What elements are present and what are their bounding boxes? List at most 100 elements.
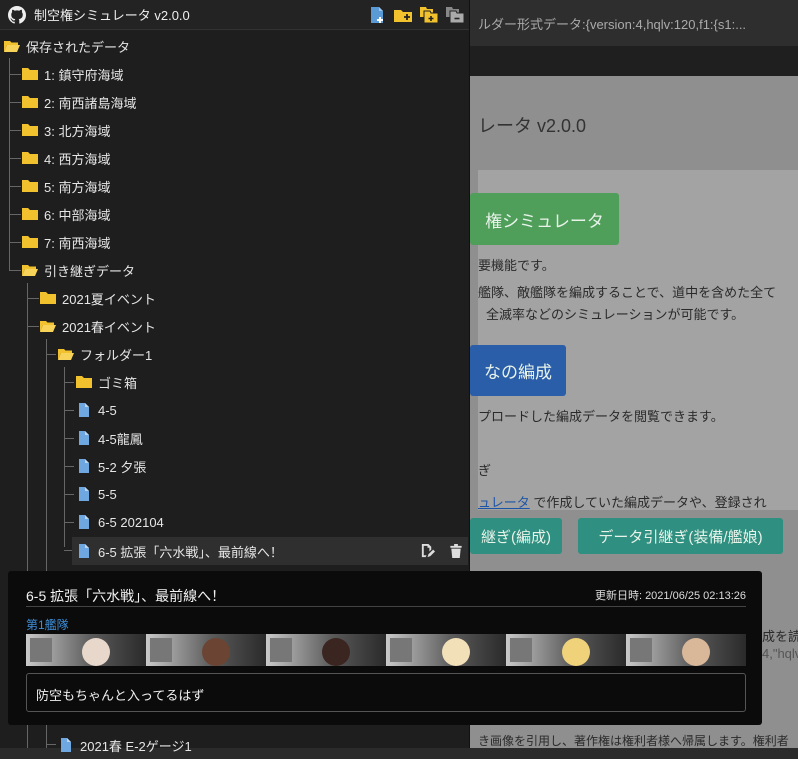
bg-line5: ぎ — [478, 463, 492, 478]
shared-fleet-button[interactable]: なの編成 — [470, 345, 566, 396]
folder-open-icon — [22, 265, 38, 276]
tree-label: 4: 西方海域 — [44, 151, 111, 167]
tree-label: 5-2 夕張 — [98, 459, 147, 475]
tree-label: 2021春イベント — [62, 319, 156, 335]
tree-label: 5: 南方海域 — [44, 179, 111, 195]
folder-icon — [22, 180, 38, 192]
tree-label: 保存されたデータ — [26, 39, 131, 55]
tree-label: 3: 北方海域 — [44, 123, 111, 139]
background-address-bar: ルダー形式データ:{version:4,hqlv:120,f1:{s1:... — [470, 0, 798, 46]
tree-folder[interactable]: 2021春イベント — [40, 312, 156, 340]
file-icon — [79, 515, 89, 529]
folder-icon — [22, 96, 38, 108]
tree-folder[interactable]: 6: 中部海域 — [22, 200, 110, 228]
folder-open-icon — [40, 321, 56, 332]
tree-label: 4-5龍鳳 — [98, 431, 143, 447]
tree-folder[interactable]: 7: 南西海域 — [22, 228, 110, 256]
ship-banner — [266, 634, 386, 666]
tree-folder[interactable]: 1: 鎮守府海域 — [22, 60, 123, 88]
trash-icon[interactable] — [449, 543, 463, 561]
file-icon — [61, 738, 71, 752]
file-icon — [79, 487, 89, 501]
tree-file[interactable]: 6-5 202104 — [76, 508, 164, 536]
sidebar-title: 制空権シミュレータ v2.0.0 — [34, 8, 190, 23]
bg-line1: 要機能です。 — [478, 258, 555, 273]
fleet-preview-popup: 6-5 拡張「六水戦」、最前線へ！ 更新日時: 2021/06/25 02:13… — [8, 571, 762, 725]
bg-line6: で作成していた編成データや、登録され — [529, 495, 767, 510]
edit-icon[interactable] — [420, 543, 435, 561]
background-toolbar — [470, 46, 798, 76]
preview-fleet-label: 第1艦隊 — [26, 618, 69, 632]
file-icon — [79, 459, 89, 473]
collapse-all-icon[interactable] — [445, 5, 465, 25]
folder-icon — [22, 236, 38, 248]
ship-banner — [506, 634, 626, 666]
folder-icon — [22, 208, 38, 220]
tree-folder[interactable]: 2: 南西諸島海域 — [22, 88, 136, 116]
tree-label: フォルダー1 — [80, 347, 153, 363]
tree-label: 2021春 E-2ゲージ1 — [80, 738, 192, 754]
bg-line4: プロードした編成データを閲覧できます。 — [478, 409, 724, 424]
tree-label: 2021夏イベント — [62, 291, 156, 307]
background-app-title: レータ v2.0.0 — [478, 116, 587, 136]
bg-bottom-text: き画像を引用し、著作権は権利者様へ帰属します。権利者 — [478, 734, 789, 748]
preview-memo-box: 防空もちゃんと入ってるはず — [26, 673, 746, 712]
tree-label: 7: 南西海域 — [44, 235, 111, 251]
tree-file[interactable]: 2021春 E-2ゲージ1 — [58, 731, 192, 759]
preview-divider — [26, 606, 746, 607]
folder-icon — [22, 124, 38, 136]
github-icon[interactable] — [8, 5, 26, 24]
tree-folder[interactable]: 5: 南方海域 — [22, 172, 110, 200]
ship-banner — [146, 634, 266, 666]
preview-memo: 防空もちゃんと入ってるはず — [36, 688, 205, 703]
file-icon — [79, 403, 89, 417]
tree-file-selected[interactable]: 6-5 拡張「六水戦」、最前線へ！ — [76, 537, 283, 565]
tree-folder[interactable]: 4: 西方海域 — [22, 144, 110, 172]
tree-label: 2: 南西諸島海域 — [44, 95, 137, 111]
tree-folder[interactable]: ゴミ箱 — [76, 368, 137, 396]
tree-label: 6-5 拡張「六水戦」、最前線へ！ — [98, 544, 283, 560]
bg-line2: 艦隊、敵艦隊を編成することで、道中を含めた全て — [478, 285, 777, 300]
tree-label: 5-5 — [98, 486, 117, 502]
tree-file[interactable]: 5-5 — [76, 480, 117, 508]
tree-root[interactable]: 保存されたデータ — [4, 32, 130, 60]
ship-banner-strip — [26, 634, 746, 666]
folder-open-icon — [58, 349, 74, 360]
tree-label: ゴミ箱 — [98, 375, 138, 391]
ship-banners — [26, 634, 746, 666]
folder-add-icon[interactable] — [393, 5, 413, 25]
tree-label: 1: 鎮守府海域 — [44, 67, 124, 83]
ship-banner — [626, 634, 746, 666]
tree-folder[interactable]: フォルダー1 — [58, 340, 152, 368]
bg-frag1: 成を読 — [762, 629, 798, 644]
folder-icon — [40, 292, 56, 304]
tree-label: 6-5 202104 — [98, 514, 164, 530]
ship-banner — [26, 634, 146, 666]
tree-label: 引き継ぎデータ — [44, 263, 136, 279]
folder-open-icon — [4, 41, 20, 52]
handover-fleet-button[interactable]: 継ぎ(編成) — [470, 518, 562, 554]
handover-equipment-button[interactable]: データ引継ぎ(装備/艦娘) — [578, 518, 783, 554]
preview-updated-date: 更新日時: 2021/06/25 02:13:26 — [594, 590, 746, 602]
file-icon — [79, 431, 89, 445]
folder-icon — [22, 68, 38, 80]
bg-line3: 全滅率などのシミュレーションが可能です。 — [486, 307, 745, 322]
tree-label: 6: 中部海域 — [44, 207, 111, 223]
expand-all-icon[interactable] — [419, 5, 439, 25]
folder-icon — [76, 376, 92, 388]
preview-title: 6-5 拡張「六水戦」、最前線へ！ — [26, 588, 226, 604]
tree-file[interactable]: 5-2 夕張 — [76, 452, 146, 480]
tree-file[interactable]: 4-5龍鳳 — [76, 424, 143, 452]
file-add-icon[interactable] — [367, 5, 387, 25]
file-icon — [79, 544, 89, 558]
tree-folder[interactable]: 2021夏イベント — [40, 284, 156, 312]
bg-frag2: 4,"hqlv — [762, 646, 798, 661]
simulator-link[interactable]: ュレータ — [478, 495, 530, 510]
ship-banner — [386, 634, 506, 666]
tree-folder[interactable]: 引き継ぎデータ — [22, 256, 135, 284]
tree-file[interactable]: 4-5 — [76, 396, 117, 424]
tree-folder[interactable]: 3: 北方海域 — [22, 116, 110, 144]
folder-icon — [22, 152, 38, 164]
tree-label: 4-5 — [98, 402, 117, 418]
simulator-button[interactable]: 権シミュレータ — [470, 193, 619, 245]
